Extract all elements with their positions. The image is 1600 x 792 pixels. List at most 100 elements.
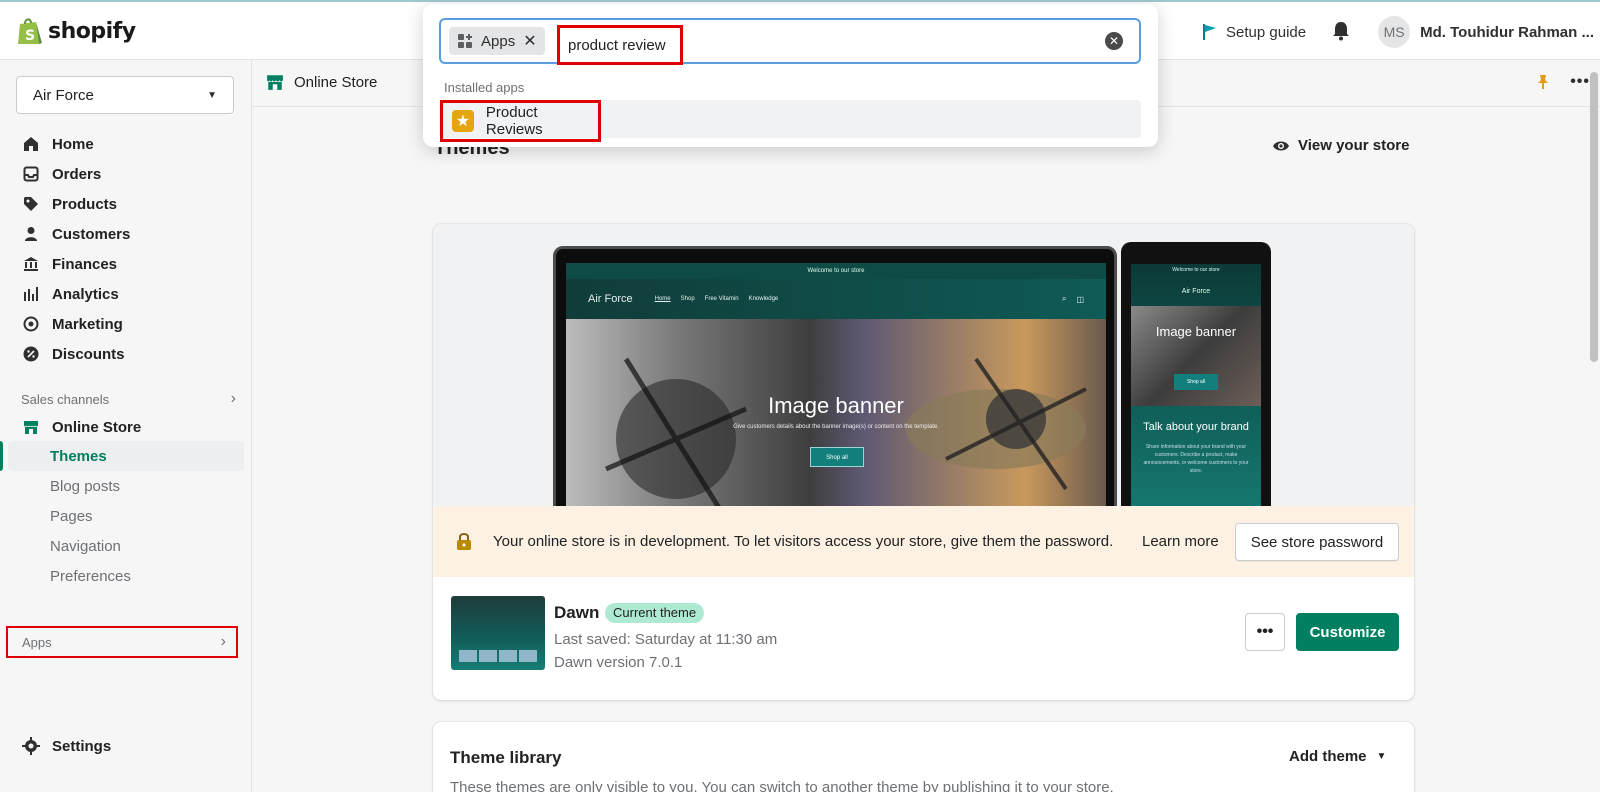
sidebar-item-label: Home xyxy=(52,135,94,153)
breadcrumb-online-store[interactable]: Online Store xyxy=(266,73,377,91)
desktop-store-preview: Welcome to our store Air Force Home Shop… xyxy=(566,263,1106,533)
sidebar-sub-item-blog-posts[interactable]: Blog posts xyxy=(8,471,244,501)
breadcrumb-label: Online Store xyxy=(294,73,378,91)
search-input[interactable] xyxy=(557,25,683,65)
sidebar-item-online-store[interactable]: Online Store xyxy=(8,413,244,441)
store-selector[interactable]: Air Force ▼ xyxy=(16,76,234,114)
pin-icon[interactable] xyxy=(1536,74,1550,90)
avatar[interactable]: MS xyxy=(1378,16,1411,48)
search-result-row[interactable]: ★ Product Reviews xyxy=(439,100,1141,142)
product-reviews-result[interactable]: ★ Product Reviews xyxy=(440,100,601,142)
user-name[interactable]: Md. Touhidur Rahman ... xyxy=(1420,24,1594,41)
apps-filter-chip[interactable]: Apps ✕ xyxy=(449,27,545,55)
sidebar-sub-item-preferences[interactable]: Preferences xyxy=(8,561,244,591)
view-store-link[interactable]: View your store xyxy=(1272,137,1409,154)
sidebar-item-label: Online Store xyxy=(52,418,142,436)
sidebar-item-label: Discounts xyxy=(52,345,125,363)
flag-icon xyxy=(1203,24,1217,40)
person-icon xyxy=(22,225,40,243)
preview-brand: Air Force xyxy=(588,293,633,305)
sidebar-item-finances[interactable]: Finances xyxy=(8,250,244,278)
sidebar-item-label: Orders xyxy=(52,165,102,183)
sidebar-item-orders[interactable]: Orders xyxy=(8,160,244,188)
status-badge: Current theme xyxy=(605,603,705,623)
customize-button[interactable]: Customize xyxy=(1296,613,1399,651)
apps-label: Apps xyxy=(22,634,52,650)
sidebar-item-discounts[interactable]: Discounts xyxy=(8,340,244,368)
lock-icon xyxy=(456,532,472,553)
mobile-store-preview: Welcome to our store Air Force Image ban… xyxy=(1131,264,1261,524)
scrollbar[interactable] xyxy=(1590,72,1598,362)
sidebar-item-customers[interactable]: Customers xyxy=(8,220,244,248)
gear-icon xyxy=(22,737,40,755)
shopify-logo[interactable]: S shopify xyxy=(16,16,136,46)
bell-icon xyxy=(1333,21,1350,40)
theme-thumbnail[interactable] xyxy=(451,596,545,670)
remove-chip-icon[interactable]: ✕ xyxy=(523,31,536,51)
home-icon xyxy=(22,135,40,153)
sidebar-item-apps[interactable]: Apps › xyxy=(6,626,238,658)
theme-preview: Welcome to our store Air Force Home Shop… xyxy=(433,224,1414,536)
preview-image-banner: Image banner Give customers details abou… xyxy=(566,319,1106,533)
preview-brand: Air Force xyxy=(1181,287,1211,295)
sidebar-item-label: Analytics xyxy=(52,285,119,303)
preview-talk-desc: Share information about your brand with … xyxy=(1143,444,1249,474)
caret-down-icon: ▼ xyxy=(1376,751,1387,762)
svg-text:S: S xyxy=(25,28,35,44)
sales-channels-header[interactable]: Sales channels › xyxy=(21,390,236,408)
sidebar-item-home[interactable]: Home xyxy=(8,130,244,158)
sidebar-item-marketing[interactable]: Marketing xyxy=(8,310,244,338)
logo-text: shopify xyxy=(48,18,136,44)
preview-nav-item: Shop xyxy=(680,296,695,302)
preview-banner-title: Image banner xyxy=(768,393,904,418)
caret-down-icon: ▼ xyxy=(207,89,217,101)
theme-actions-button[interactable]: ••• xyxy=(1245,613,1285,651)
more-actions-icon[interactable]: ••• xyxy=(1570,73,1590,91)
development-message: Your online store is in development. To … xyxy=(493,533,1114,550)
add-theme-button[interactable]: Add theme ▼ xyxy=(1289,748,1386,765)
setup-guide-link[interactable]: Setup guide xyxy=(1202,23,1306,41)
sidebar-item-label: Customers xyxy=(52,225,131,243)
chevron-right-icon: › xyxy=(230,390,236,407)
phone-preview: Welcome to our store Air Force Image ban… xyxy=(1121,242,1271,532)
sidebar-item-label: Products xyxy=(52,195,118,213)
bar-chart-icon xyxy=(22,285,40,303)
sidebar-sub-item-themes[interactable]: Themes xyxy=(8,441,244,471)
clear-search-icon[interactable]: ✕ xyxy=(1105,32,1123,50)
tag-icon xyxy=(22,195,40,213)
apps-icon xyxy=(458,34,472,48)
preview-nav-item: Free Vitamin xyxy=(704,296,739,302)
laptop-preview: Welcome to our store Air Force Home Shop… xyxy=(553,246,1117,536)
sidebar-item-label: Settings xyxy=(52,737,112,755)
preview-announcement: Welcome to our store xyxy=(566,263,1106,279)
learn-more-link[interactable]: Learn more xyxy=(1142,533,1219,550)
theme-library-title: Theme library xyxy=(450,748,562,767)
preview-talk-title: Talk about your brand xyxy=(1143,421,1249,433)
bank-icon xyxy=(22,255,40,273)
search-result-label: Product Reviews xyxy=(485,104,543,138)
sidebar-item-label: Marketing xyxy=(52,315,123,333)
search-bar[interactable]: Apps ✕ ✕ xyxy=(439,18,1141,65)
add-theme-label: Add theme xyxy=(1289,748,1367,765)
preview-nav: Air Force Home Shop Free Vitamin Knowled… xyxy=(566,279,1106,319)
store-icon xyxy=(267,75,283,90)
sidebar-sub-item-navigation[interactable]: Navigation xyxy=(8,531,244,561)
preview-announcement: Welcome to our store xyxy=(1172,267,1220,273)
sidebar-item-products[interactable]: Products xyxy=(8,190,244,218)
notifications-button[interactable] xyxy=(1332,21,1350,44)
sidebar-item-analytics[interactable]: Analytics xyxy=(8,280,244,308)
discount-icon xyxy=(22,345,40,363)
thumbnail-strip xyxy=(459,650,537,662)
sidebar-item-settings[interactable]: Settings xyxy=(8,732,244,760)
theme-library-card: Theme library Add theme ▼ These themes a… xyxy=(433,722,1414,792)
setup-guide-label: Setup guide xyxy=(1226,23,1307,41)
preview-image-banner: Image banner Shop all xyxy=(1131,306,1261,406)
preview-nav-item: Knowledge xyxy=(748,296,779,302)
see-store-password-button[interactable]: See store password xyxy=(1235,523,1399,561)
sidebar-sub-item-pages[interactable]: Pages xyxy=(8,501,244,531)
sales-channels-label: Sales channels xyxy=(21,391,110,407)
breadcrumb-actions: ••• xyxy=(1536,73,1590,91)
apps-chip-label: Apps xyxy=(481,32,516,50)
preview-nav-item: Home xyxy=(654,296,671,302)
shopify-bag-icon: S xyxy=(18,18,42,44)
